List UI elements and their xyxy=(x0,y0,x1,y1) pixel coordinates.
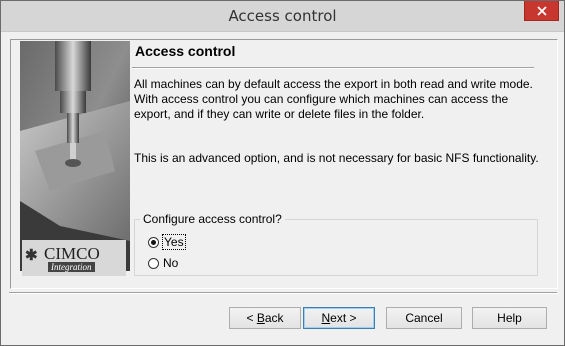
close-icon xyxy=(537,6,547,16)
radio-yes[interactable]: Yes xyxy=(148,234,186,250)
help-button[interactable]: Help xyxy=(472,307,547,329)
access-control-group xyxy=(134,219,538,276)
group-legend: Configure access control? xyxy=(140,212,285,226)
page-title: Access control xyxy=(135,43,236,59)
cimco-side-image: ✱ CIMCO Integration xyxy=(20,41,130,321)
page-note: This is an advanced option, and is not n… xyxy=(134,151,539,165)
next-button-mnemonic: N xyxy=(321,311,331,325)
logo-mark-icon: ✱ xyxy=(25,248,39,264)
heading-divider xyxy=(132,67,534,69)
back-button-mnemonic: B xyxy=(256,311,265,325)
radio-yes-label[interactable]: Yes xyxy=(162,234,186,250)
next-button-label: ext > xyxy=(330,311,357,325)
page-description: All machines can by default access the e… xyxy=(134,77,533,121)
back-button-label: ack xyxy=(264,311,284,325)
radio-no-indicator[interactable] xyxy=(148,257,159,269)
next-button[interactable]: Next > xyxy=(303,307,375,329)
cancel-button[interactable]: Cancel xyxy=(386,307,462,329)
cimco-logo: ✱ CIMCO Integration xyxy=(22,240,126,276)
back-button-prefix: < xyxy=(246,311,257,325)
title-bar[interactable]: Access control xyxy=(1,1,564,32)
footer-divider xyxy=(9,292,557,294)
radio-no[interactable]: No xyxy=(148,256,178,270)
back-button[interactable]: < Back xyxy=(229,307,301,329)
radio-yes-indicator[interactable] xyxy=(148,236,159,248)
logo-subtext: Integration xyxy=(48,262,95,272)
window-title: Access control xyxy=(228,7,337,25)
logo-text: CIMCO xyxy=(44,244,100,263)
close-button[interactable] xyxy=(524,1,559,21)
wizard-window: Access control ✱ CIMCO Integration Acces… xyxy=(0,0,565,346)
radio-no-label[interactable]: No xyxy=(163,256,178,270)
